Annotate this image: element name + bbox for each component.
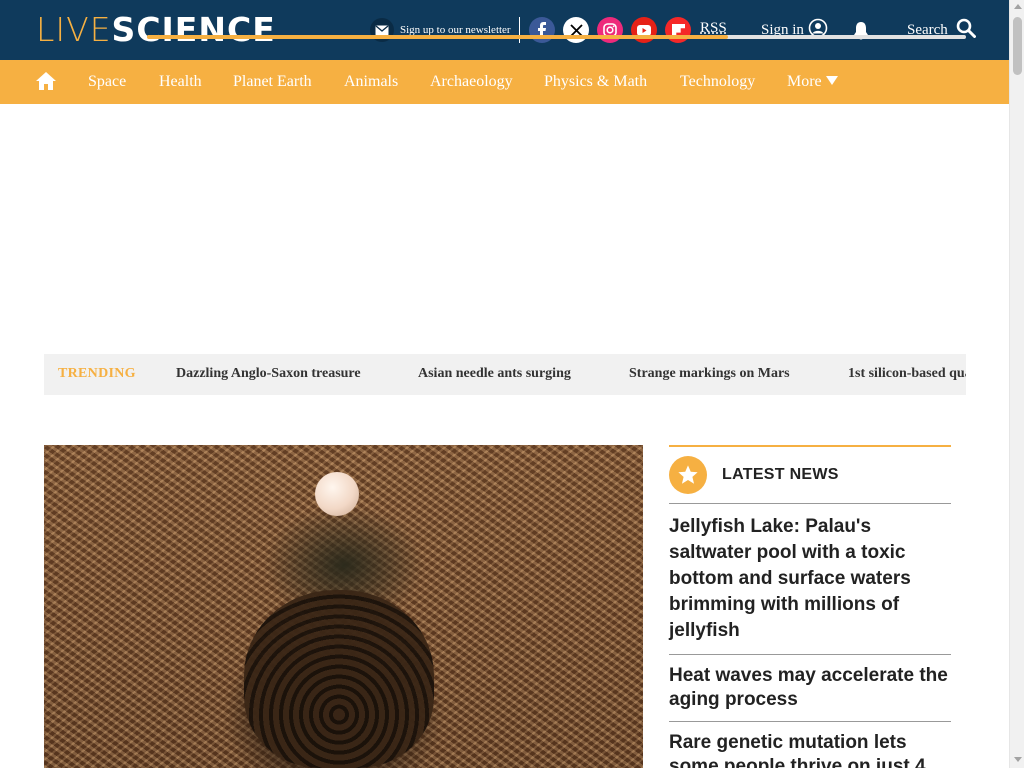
scroll-up-arrow-icon[interactable] [1014,4,1022,9]
search-button[interactable]: Search [907,18,976,43]
main-navigation: Space Health Planet Earth Animals Archae… [0,60,1009,104]
youtube-icon[interactable] [631,17,657,43]
latest-news-header: LATEST NEWS [669,445,951,504]
x-icon[interactable] [563,17,589,43]
nav-item-health[interactable]: Health [159,73,202,91]
latest-news-item[interactable]: Heat waves may accelerate the aging proc… [669,655,951,722]
nav-item-physics-math[interactable]: Physics & Math [544,73,647,91]
star-icon [669,456,707,494]
trending-item[interactable]: Dazzling Anglo-Saxon treasure [176,366,361,382]
trending-item[interactable]: Strange markings on Mars [629,366,790,382]
nav-item-archaeology[interactable]: Archaeology [430,73,513,91]
egg-shape [315,472,359,516]
nav-item-animals[interactable]: Animals [344,73,398,91]
caret-down-icon [825,76,838,85]
instagram-icon[interactable] [597,17,623,43]
nav-item-technology[interactable]: Technology [680,73,755,91]
scrollbar-thumb[interactable] [1013,17,1022,75]
search-icon [956,18,976,43]
trending-scroll-progress [147,35,729,39]
header-divider [519,17,520,43]
site-header: LIVE SCIENCE Sign up to our newsletter RS… [0,0,1009,60]
flipboard-icon[interactable] [665,17,691,43]
more-label: More [787,73,822,90]
nav-item-planet-earth[interactable]: Planet Earth [233,73,312,91]
latest-news-title: LATEST NEWS [722,466,839,483]
trending-item[interactable]: 1st silicon-based qua [848,366,966,382]
facebook-icon[interactable] [529,17,555,43]
page-scrollbar[interactable] [1009,0,1024,768]
scroll-down-arrow-icon[interactable] [1014,757,1022,762]
featured-article-image[interactable] [44,445,643,768]
latest-news-item[interactable]: Jellyfish Lake: Palau's saltwater pool w… [669,504,951,655]
home-icon[interactable] [36,72,56,90]
trending-bar: TRENDING Dazzling Anglo-Saxon treasure A… [44,354,966,395]
trending-label: TRENDING [58,366,136,381]
nav-item-space[interactable]: Space [88,73,126,91]
millipede-shape [244,590,434,768]
trending-item[interactable]: Asian needle ants surging [418,366,571,382]
nav-item-more[interactable]: More [787,73,838,91]
logo-science-text: SCIENCE [111,10,276,49]
logo-live-text: LIVE [36,10,112,49]
site-logo[interactable]: LIVE SCIENCE [36,13,276,47]
latest-news-panel: LATEST NEWS Jellyfish Lake: Palau's salt… [669,445,951,768]
latest-news-item[interactable]: Rare genetic mutation lets some people t… [669,722,951,768]
trending-scroll-track[interactable] [147,35,966,39]
